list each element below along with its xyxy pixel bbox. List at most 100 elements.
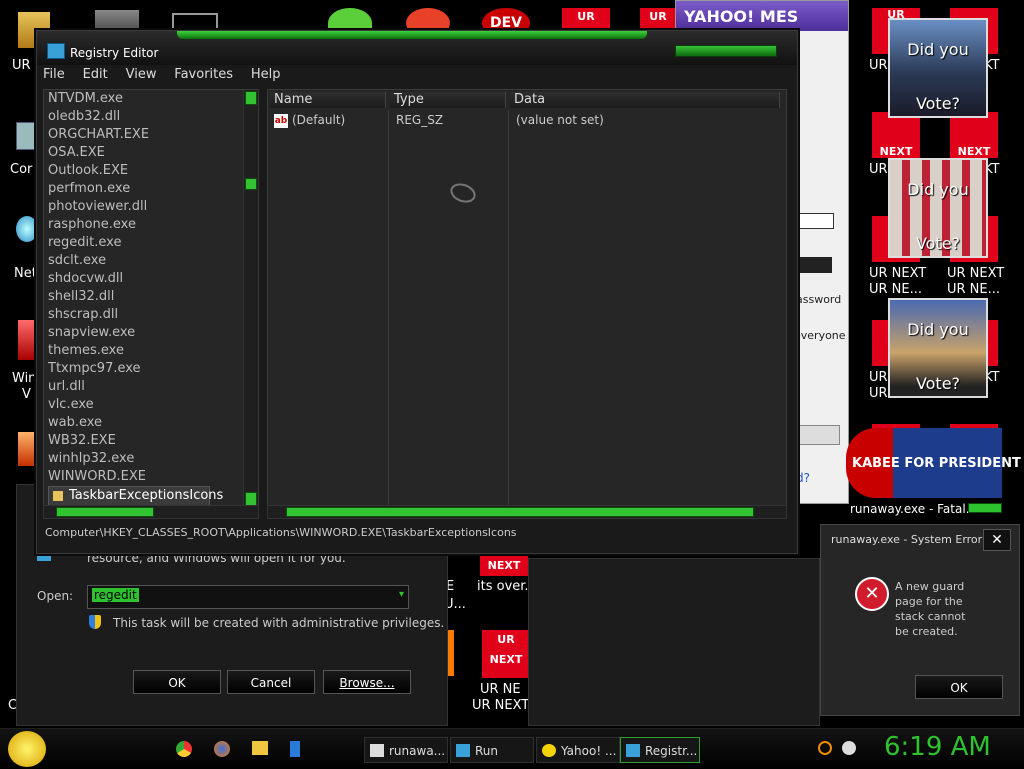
scroll-thumb[interactable]: [286, 507, 754, 517]
task-run[interactable]: Run: [450, 737, 534, 763]
menu-help[interactable]: Help: [251, 67, 281, 82]
task-registry[interactable]: Registr...: [620, 737, 700, 763]
tree-item[interactable]: Ttxmpc97.exe: [44, 360, 258, 378]
tree-item[interactable]: shell32.dll: [44, 288, 258, 306]
tree-item[interactable]: wab.exe: [44, 414, 258, 432]
desktop-label: UR NEXT: [947, 266, 1005, 281]
tree-item-selected[interactable]: TaskbarExceptionsIcons: [48, 486, 223, 506]
column-header-data[interactable]: Data: [510, 92, 780, 108]
desktop-label: UR NEXT: [472, 698, 530, 713]
ur-next-icon[interactable]: UR NEXT: [482, 630, 530, 678]
menu-edit[interactable]: Edit: [83, 67, 108, 82]
runaway-taskbar-label[interactable]: runaway.exe - Fatal...: [850, 502, 977, 516]
close-icon[interactable]: ✕: [983, 529, 1011, 551]
values-list[interactable]: Name Type Data ab (Default) REG_SZ (valu…: [267, 89, 787, 509]
scroll-thumb[interactable]: [56, 507, 154, 517]
column-header-name[interactable]: Name: [270, 92, 386, 108]
network-icon[interactable]: [16, 216, 38, 242]
yahoo-id-field[interactable]: [794, 213, 834, 229]
tree-item[interactable]: WB32.EXE: [44, 432, 258, 450]
ur-next-icon[interactable]: UR: [640, 8, 676, 30]
open-input[interactable]: regedit: [92, 588, 139, 602]
ok-button[interactable]: OK: [915, 675, 1003, 699]
recycle-bin-icon[interactable]: [18, 320, 38, 360]
open-combobox[interactable]: regedit ▾: [87, 585, 409, 609]
task-runaway[interactable]: runawa...: [364, 737, 448, 763]
key-tree[interactable]: NTVDM.exe oledb32.dll ORGCHART.EXE OSA.EXE O…: [43, 89, 259, 509]
vote-poster-obama[interactable]: Did you Vote?: [888, 18, 988, 118]
huckabee-banner[interactable]: KABEE FOR PRESIDENT: [846, 428, 1021, 498]
tree-item[interactable]: shdocvw.dll: [44, 270, 258, 288]
tree-item[interactable]: sdclt.exe: [44, 252, 258, 270]
cancel-button[interactable]: Cancel: [227, 670, 315, 694]
game-icon[interactable]: [18, 432, 38, 466]
tree-item[interactable]: NTVDM.exe: [44, 90, 258, 108]
messenger-tray-icon[interactable]: [842, 741, 856, 755]
media-icon[interactable]: [290, 741, 300, 757]
column-header-type[interactable]: Type: [390, 92, 506, 108]
scroll-thumb[interactable]: [245, 178, 257, 190]
tree-item[interactable]: snapview.exe: [44, 324, 258, 342]
value-row[interactable]: ab (Default) REG_SZ (value not set): [272, 112, 772, 130]
tree-item[interactable]: perfmon.exe: [44, 180, 258, 198]
tree-item[interactable]: themes.exe: [44, 342, 258, 360]
scroll-down-arrow[interactable]: [245, 492, 257, 506]
tree-vertical-scrollbar[interactable]: [243, 90, 258, 506]
system-error-dialog[interactable]: runaway.exe - System Error ✕ ✕ A new gua…: [820, 524, 1020, 716]
explorer-icon[interactable]: [252, 741, 268, 755]
tree-item[interactable]: winhlp32.exe: [44, 450, 258, 468]
error-message: A new guard page for the stack cannot be…: [895, 580, 966, 638]
tree-item[interactable]: OSA.EXE: [44, 144, 258, 162]
browse-button[interactable]: Browse...: [323, 670, 411, 694]
tree-item[interactable]: regedit.exe: [44, 234, 258, 252]
registry-editor-window[interactable]: Registry Editor File Edit View Favorites…: [36, 30, 798, 554]
tree-item[interactable]: WINWORD.EXE: [44, 468, 258, 486]
yahoo-dropdown[interactable]: [794, 425, 840, 445]
scroll-up-arrow[interactable]: [245, 91, 257, 105]
values-horizontal-scrollbar[interactable]: [267, 505, 787, 519]
firefox-icon[interactable]: [214, 741, 230, 757]
status-bar-path: Computer\HKEY_CLASSES_ROOT\Applications\…: [45, 526, 517, 539]
yahoo-password-field[interactable]: [794, 257, 832, 273]
menu-file[interactable]: File: [43, 67, 65, 82]
value-type: REG_SZ: [396, 113, 444, 127]
ur-next-icon[interactable]: NEXT: [872, 112, 920, 158]
ok-button[interactable]: OK: [133, 670, 221, 694]
tree-item[interactable]: vlc.exe: [44, 396, 258, 414]
tree-item[interactable]: ORGCHART.EXE: [44, 126, 258, 144]
clock[interactable]: 6:19 AM: [884, 732, 991, 762]
vote-poster-flag[interactable]: Did you Vote?: [888, 158, 988, 258]
window-controls[interactable]: [675, 45, 777, 57]
ur-next-icon[interactable]: NEXT: [480, 556, 528, 576]
chrome-icon[interactable]: [176, 741, 192, 757]
start-button[interactable]: [8, 731, 46, 767]
chevron-down-icon[interactable]: ▾: [399, 589, 404, 600]
tree-item[interactable]: rasphone.exe: [44, 216, 258, 234]
task-yahoo[interactable]: Yahoo! ...: [536, 737, 620, 763]
desktop-label: UR: [869, 58, 888, 73]
yahoo-link[interactable]: d?: [796, 471, 810, 485]
column-divider: [508, 110, 509, 508]
tree-item[interactable]: oledb32.dll: [44, 108, 258, 126]
tree-horizontal-scrollbar[interactable]: [43, 505, 259, 519]
tree-item[interactable]: url.dll: [44, 378, 258, 396]
registry-icon: [626, 744, 640, 757]
desktop-label: Win: [12, 371, 37, 386]
background-window[interactable]: [528, 558, 820, 726]
tree-item[interactable]: shscrap.dll: [44, 306, 258, 324]
yahoo-titlebar[interactable]: YAHOO! MES: [676, 1, 848, 31]
value-name: (Default): [292, 113, 346, 127]
desktop-label: Cor: [10, 162, 33, 177]
menu-favorites[interactable]: Favorites: [174, 67, 233, 82]
admin-note: This task will be created with administr…: [113, 616, 445, 630]
search-icon[interactable]: [818, 741, 832, 755]
desktop-label: UR: [12, 58, 31, 73]
ur-next-icon[interactable]: NEXT: [950, 112, 998, 158]
tree-item[interactable]: Outlook.EXE: [44, 162, 258, 180]
taskbar: runawa... Run Yahoo! ... Registr... 6:19…: [0, 728, 1024, 769]
tree-item[interactable]: photoviewer.dll: [44, 198, 258, 216]
ur-next-icon[interactable]: UR: [562, 8, 610, 30]
vote-poster-clinton[interactable]: Did you Vote?: [888, 298, 988, 398]
desktop-label: UR NE...: [869, 282, 923, 297]
menu-view[interactable]: View: [126, 67, 157, 82]
